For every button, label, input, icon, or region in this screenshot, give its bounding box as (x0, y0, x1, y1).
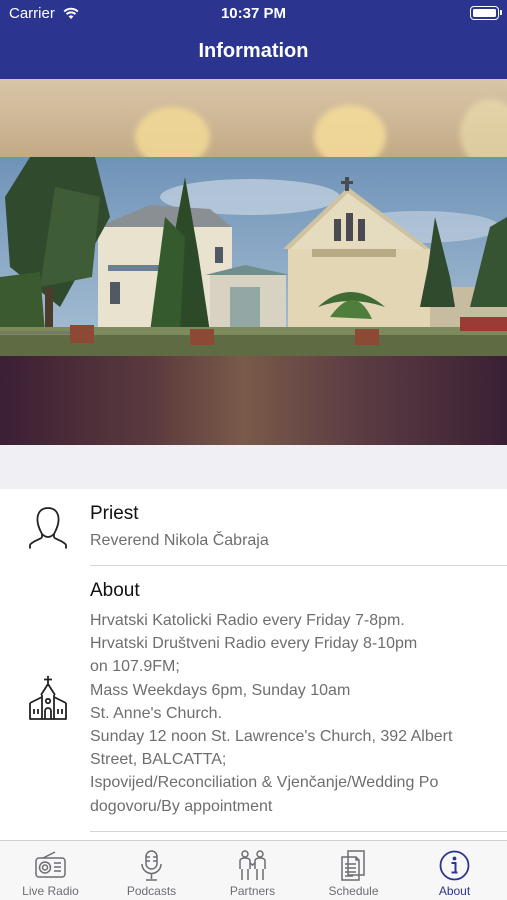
tab-live-radio[interactable]: Live Radio (0, 841, 101, 900)
tab-about[interactable]: About (404, 841, 505, 900)
page-title: Information (198, 40, 309, 62)
church-icon (29, 676, 67, 720)
microphone-icon (141, 850, 162, 881)
about-line: Street, BALCATTA; (90, 751, 227, 769)
header-image (0, 79, 507, 445)
tab-bar: Live Radio Podcasts Partners Schedule Ab… (0, 840, 507, 900)
tab-schedule[interactable]: Schedule (303, 841, 404, 900)
battery-icon (470, 6, 502, 20)
tab-label: About (438, 884, 471, 898)
info-icon (439, 850, 470, 881)
person-icon (29, 507, 67, 549)
blurred-background-bottom (0, 356, 507, 445)
info-list: Priest Reverend Nikola Čabraja About Hrv… (0, 489, 507, 840)
about-line: Hrvatski Katolicki Radio every Friday 7-… (90, 612, 405, 629)
tab-partners[interactable]: Partners (202, 841, 303, 900)
people-icon (239, 850, 266, 880)
tab-label: Podcasts (126, 884, 177, 898)
status-bar: Carrier 10:37 PM (0, 0, 507, 28)
tab-label: Schedule (328, 884, 379, 898)
about-text: Hrvatski Katolicki Radio every Friday 7-… (90, 609, 490, 818)
navigation-bar: Carrier 10:37 PM Information (0, 0, 507, 79)
tab-label: Partners (229, 884, 276, 898)
about-line: Sunday 12 noon St. Lawrence's Church, 39… (90, 727, 453, 745)
about-line: on 107.9FM; (90, 658, 180, 676)
row-divider (90, 831, 507, 832)
row-divider (90, 565, 507, 566)
priest-title: Priest (90, 503, 139, 524)
priest-name: Reverend Nikola Čabraja (90, 532, 269, 549)
about-line: dogovoru/By appointment (90, 797, 273, 815)
blurred-background-top (0, 79, 507, 157)
radio-icon (35, 851, 66, 878)
about-line: Hrvatski Društveni Radio every Friday 8-… (90, 635, 418, 653)
tab-podcasts[interactable]: Podcasts (101, 841, 202, 900)
about-line: Mass Weekdays 6pm, Sunday 10am (90, 681, 351, 699)
church-photo (0, 157, 507, 357)
about-line: St. Anne's Church. (90, 704, 223, 722)
status-time: 10:37 PM (220, 5, 287, 22)
tab-label: Live Radio (22, 884, 79, 898)
about-line: Ispovijed/Reconciliation & Vjenčanje/Wed… (90, 774, 439, 792)
document-icon (341, 850, 365, 881)
about-title: About (90, 580, 140, 601)
